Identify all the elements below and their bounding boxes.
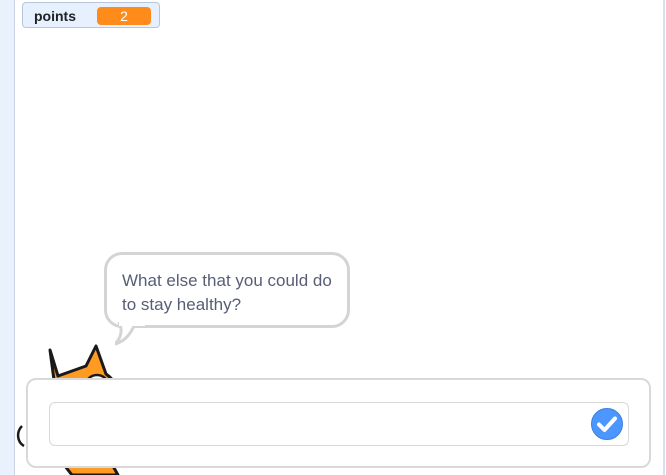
left-panel-edge — [0, 0, 15, 475]
variable-monitor[interactable]: points 2 — [22, 2, 160, 28]
check-circle-icon[interactable] — [590, 407, 624, 441]
answer-input[interactable] — [49, 402, 629, 446]
speech-bubble-text: What else that you could do to stay heal… — [122, 271, 332, 314]
variable-monitor-value: 2 — [97, 7, 151, 25]
variable-monitor-label: points — [34, 8, 76, 24]
ask-prompt-panel — [26, 378, 651, 468]
speech-bubble: What else that you could do to stay heal… — [104, 252, 350, 328]
